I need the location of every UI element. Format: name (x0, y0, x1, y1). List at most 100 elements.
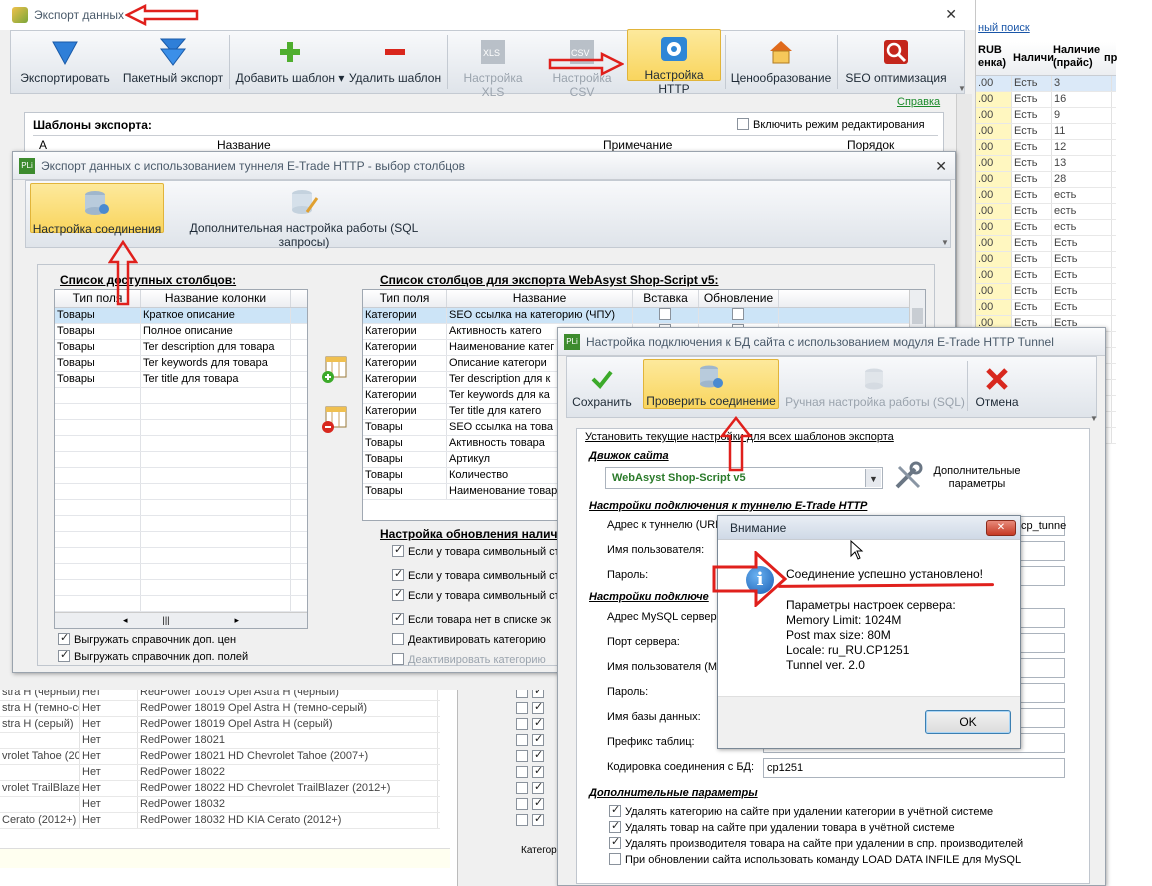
search-link[interactable]: ный поиск (978, 22, 1030, 34)
extra-params-button[interactable]: Дополнительные параметры (893, 461, 1043, 493)
update-checkbox[interactable] (731, 308, 744, 320)
bg-cell: stra H (серый) (0, 717, 80, 732)
delete-template-button[interactable]: Удалить шаблон (347, 33, 443, 85)
cancel-button[interactable]: Отмена (969, 363, 1025, 409)
bg-cell: Нет (80, 813, 138, 828)
checkbox[interactable] (532, 764, 544, 778)
col-column-name[interactable]: Название колонки (141, 290, 291, 307)
bg-table-row: stra H (серый) Нет RedPower 18019 Opel Ast… (0, 717, 440, 733)
col-update[interactable]: Обновление (699, 290, 779, 307)
annotation-arrow-title (125, 4, 199, 26)
bg-table-row: .00ЕстьЕсть (976, 300, 1116, 316)
update-option-checkbox[interactable]: Если у товара символьный ст (392, 543, 560, 558)
export-fields-checkbox[interactable]: Выгружать справочник доп. полей (58, 648, 248, 663)
bg-cell: RedPower 18019 Opel Astra H (серый) (138, 717, 438, 732)
bg-cell: .00 (976, 140, 1012, 155)
checkbox[interactable] (532, 700, 544, 714)
checkbox[interactable] (532, 748, 544, 762)
dbname-input[interactable] (1017, 708, 1065, 728)
list-item[interactable]: Товары Ter keywords для товара (55, 356, 307, 372)
encoding-input[interactable]: cp1251 (763, 758, 1065, 778)
extra-option-checkbox[interactable]: Удалять товар на сайте при удалении това… (609, 819, 1079, 837)
export-button[interactable]: Экспортировать (19, 33, 111, 85)
username-input[interactable] (1017, 541, 1065, 561)
export-prices-checkbox[interactable]: Выгружать справочник доп. цен (58, 631, 236, 646)
bg-cell: .00 (976, 204, 1012, 219)
update-option-checkbox[interactable]: Если у товара символьный ст (392, 567, 560, 582)
manual-sql-button[interactable]: Ручная настройка работы (SQL) (785, 363, 965, 409)
mysql-password-input[interactable] (1017, 683, 1065, 703)
cell-column-name: Ter title для товара (141, 372, 291, 387)
bg-cell: Нет (80, 749, 138, 764)
checkbox[interactable] (516, 750, 528, 762)
close-icon[interactable]: ✕ (945, 6, 957, 23)
mysql-address-input[interactable] (1017, 608, 1065, 628)
list-item[interactable]: Товары Ter title для товара (55, 372, 307, 388)
horizontal-scrollbar[interactable]: ◂ ||| ▸ (55, 612, 307, 628)
col-export-name[interactable]: Название (447, 290, 633, 307)
port-label: Порт сервера: (607, 636, 680, 648)
checkbox[interactable] (516, 782, 528, 794)
port-input[interactable] (1017, 633, 1065, 653)
close-icon[interactable]: ✕ (986, 520, 1016, 536)
bg-categ-label: Категор (521, 845, 557, 856)
sql-settings-button[interactable]: Дополнительная настройка работы (SQL зап… (168, 183, 440, 249)
add-column-button[interactable] (320, 355, 348, 385)
close-icon[interactable]: ✕ (935, 158, 947, 175)
update-option-checkbox[interactable]: Если товара нет в списке эк (392, 611, 551, 626)
list-item[interactable]: Товары Полное описание (55, 324, 307, 340)
checkbox[interactable] (532, 716, 544, 730)
list-item[interactable]: Товары Ter description для товара (55, 340, 307, 356)
checkbox[interactable] (516, 734, 528, 746)
checkbox[interactable] (532, 812, 544, 826)
checkbox[interactable] (516, 814, 528, 826)
ribbon-collapse-icon[interactable]: ▼ (1090, 414, 1098, 423)
columns-window-title: Экспорт данных с использованием туннеля … (41, 158, 466, 173)
update-option-checkbox[interactable]: Деактивировать категорию (392, 653, 546, 666)
batch-export-button[interactable]: Пакетный экспорт (117, 33, 229, 85)
check-connection-button[interactable]: Проверить соединение (643, 359, 779, 409)
checkbox[interactable] (516, 766, 528, 778)
list-item[interactable]: Товары Краткое описание (55, 308, 307, 324)
col-export-type[interactable]: Тип поля (363, 290, 447, 307)
cell-export-type: Категории (363, 372, 447, 387)
save-button[interactable]: Сохранить (569, 363, 635, 409)
cell-insert (633, 308, 699, 323)
extra-option-checkbox[interactable]: Удалять категорию на сайте при удалении … (609, 803, 1079, 821)
pricing-button[interactable]: Ценообразование (727, 33, 835, 85)
help-link[interactable]: Справка (897, 96, 940, 108)
table-row[interactable]: Категории SEO ссылка на категорию (ЧПУ) (363, 308, 925, 324)
bg-cell: 9 (1052, 108, 1112, 123)
empty-row (55, 516, 307, 532)
extra-option-checkbox[interactable]: Удалять производителя товара на сайте пр… (609, 835, 1079, 853)
chevron-down-icon[interactable]: ▼ (865, 469, 881, 487)
col-insert[interactable]: Вставка (633, 290, 699, 307)
checkbox[interactable] (532, 796, 544, 810)
extra-option-checkbox[interactable]: При обновлении сайта использовать команд… (609, 853, 1079, 869)
cell-column-name: Ter keywords для товара (141, 356, 291, 371)
xls-settings-button[interactable]: XLS Настройка XLS (451, 33, 535, 99)
add-template-button[interactable]: Добавить шаблон ▾ (235, 33, 345, 85)
seo-button[interactable]: SEO оптимизация (841, 33, 951, 85)
checkbox[interactable] (532, 780, 544, 794)
ribbon-collapse-icon[interactable]: ▼ (958, 84, 966, 93)
update-option-checkbox[interactable]: Деактивировать категорию (392, 633, 546, 646)
ribbon-collapse-icon[interactable]: ▼ (941, 238, 949, 247)
password-input[interactable] (1017, 566, 1065, 586)
ok-button[interactable]: OK (925, 710, 1011, 734)
checkbox[interactable] (532, 732, 544, 746)
checkbox[interactable] (516, 798, 528, 810)
update-option-checkbox[interactable]: Если у товара символьный ст (392, 587, 560, 602)
insert-checkbox[interactable] (658, 308, 671, 320)
available-columns-grid[interactable]: Тип поля Название колонки Товары Краткое о… (54, 289, 308, 629)
connection-settings-button[interactable]: Настройка соединения (30, 183, 164, 236)
bg-cell: .00 (976, 252, 1012, 267)
remove-column-button[interactable] (320, 405, 348, 435)
checkbox[interactable] (516, 702, 528, 714)
mysql-user-input[interactable] (1017, 658, 1065, 678)
checkbox[interactable] (516, 718, 528, 730)
tunnel-url-input[interactable]: cp_tunne (1017, 516, 1066, 536)
db-window-title: Настройка подключения к БД сайта с испол… (586, 334, 1054, 349)
http-settings-button[interactable]: Настройка HTTP (627, 29, 721, 96)
edit-mode-checkbox[interactable]: Включить режим редактирования (737, 118, 925, 131)
